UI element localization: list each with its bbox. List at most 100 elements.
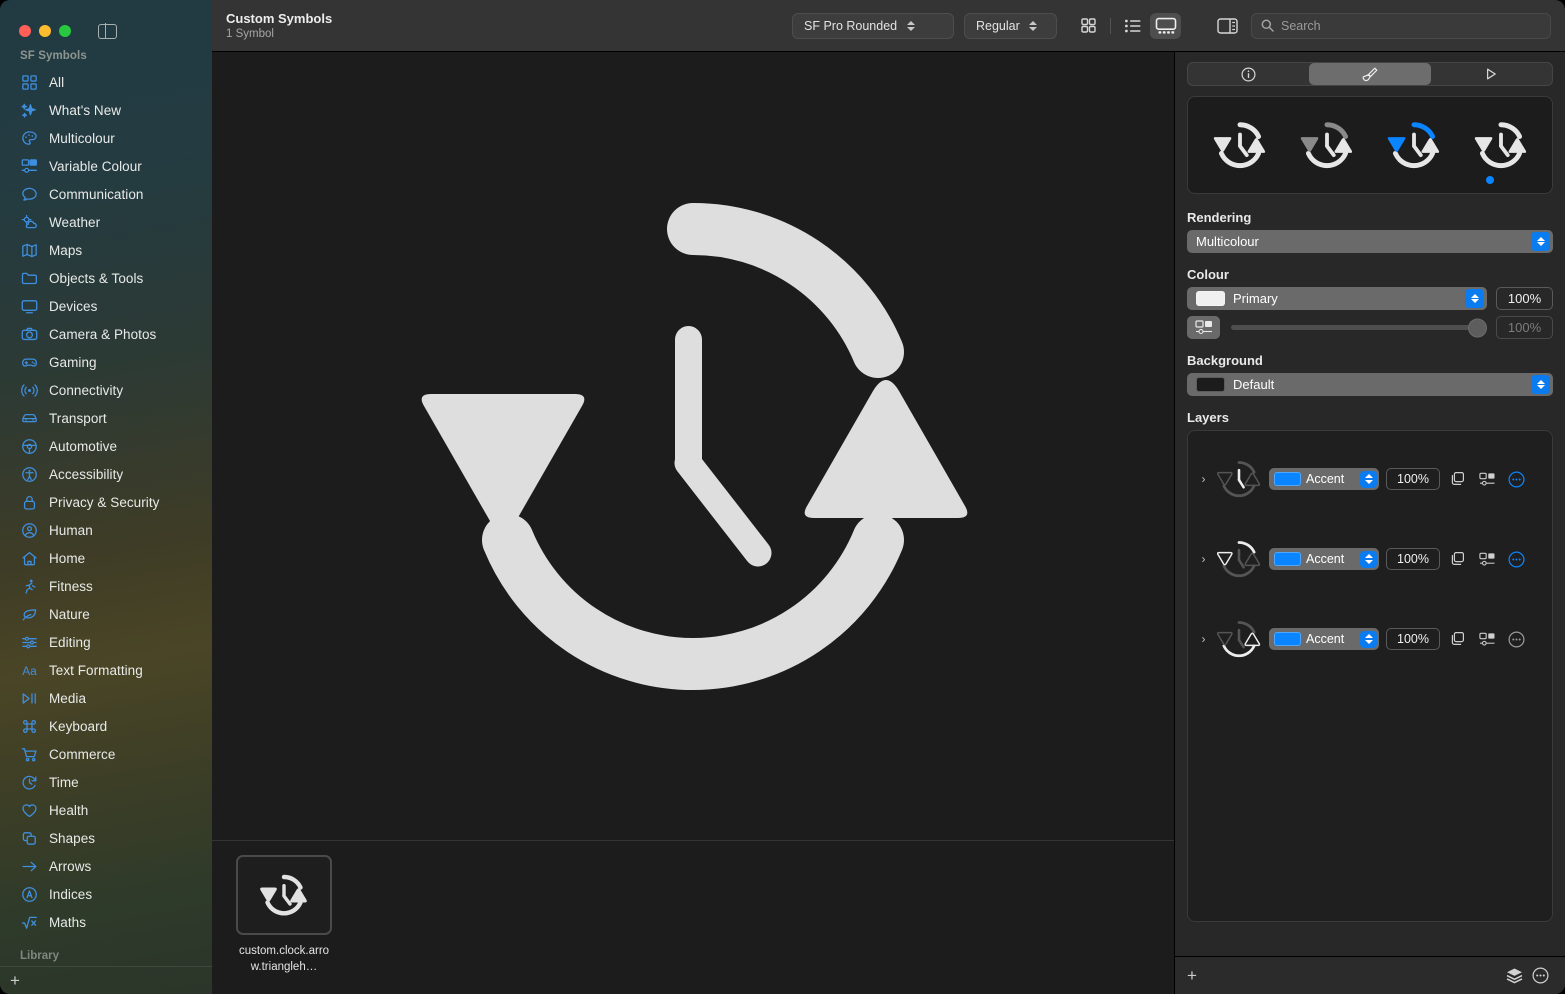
sidebar-item-multicolour[interactable]: Multicolour [8,124,204,152]
sidebar-item-all[interactable]: All [8,68,204,96]
sidebar-item-arrows[interactable]: Arrows [8,852,204,880]
variable-colour-button[interactable] [1187,316,1220,339]
grid-view-button[interactable] [1073,13,1104,39]
layers-stack-button[interactable] [1501,963,1527,989]
search-input[interactable]: Search [1251,12,1551,39]
layer-duplicate-button[interactable] [1447,548,1469,570]
sidebar-item-human[interactable]: Human [8,516,204,544]
gallery-view-button[interactable] [1150,12,1181,39]
chevron-right-icon[interactable]: › [1198,552,1209,566]
inspector-more-button[interactable] [1527,963,1553,989]
add-layer-button[interactable]: + [1187,967,1197,984]
sidebar-item-objects-tools[interactable]: Objects & Tools [8,264,204,292]
multicolour-variant[interactable] [1470,114,1532,176]
minimize-button[interactable] [39,25,51,37]
cart-icon [20,745,39,764]
sidebar-item-text-formatting[interactable]: Aa Text Formatting [8,656,204,684]
sidebar-item-gaming[interactable]: Gaming [8,348,204,376]
sidebar-item-label: Shapes [49,830,96,846]
sidebar-item-what-s-new[interactable]: What's New [8,96,204,124]
layer-variable-button[interactable] [1476,548,1498,570]
layer-variable-button[interactable] [1476,468,1498,490]
sidebar-item-devices[interactable]: Devices [8,292,204,320]
sidebar-item-connectivity[interactable]: Connectivity [8,376,204,404]
sidebar-item-privacy-security[interactable]: Privacy & Security [8,488,204,516]
rendering-popup[interactable]: Multicolour [1187,230,1553,253]
main-column: Custom Symbols 1 Symbol SF Pro Rounded R… [212,0,1565,994]
monochrome-variant[interactable] [1209,114,1271,176]
sidebar-item-home[interactable]: Home [8,544,204,572]
sidebar-item-nature[interactable]: Nature [8,600,204,628]
sidebar-item-label: Indices [49,886,93,902]
sidebar-item-indices[interactable]: Indices [8,880,204,908]
inspector-toggle-button[interactable] [1213,13,1241,39]
symbol-thumbnail[interactable] [236,855,332,935]
hierarchical-variant[interactable] [1296,114,1358,176]
layer-opacity-field[interactable]: 100% [1386,628,1440,650]
sidebar-item-weather[interactable]: Weather [8,208,204,236]
sidebar-right-icon [1216,17,1238,34]
list-view-button[interactable] [1117,13,1148,39]
slider-knob[interactable] [1468,318,1487,337]
sidebar-item-media[interactable]: Media [8,684,204,712]
layer-more-button[interactable] [1505,628,1527,650]
symbol-count: 1 Symbol [226,27,274,40]
background-popup[interactable]: Default [1187,373,1553,396]
sidebar-item-automotive[interactable]: Automotive [8,432,204,460]
sidebar-item-accessibility[interactable]: Accessibility [8,460,204,488]
layer-more-button[interactable] [1505,548,1527,570]
sidebar-item-label: Home [49,550,86,566]
info-tab[interactable] [1188,63,1309,85]
zoom-button[interactable] [59,25,71,37]
colour-opacity-field[interactable]: 100% [1496,287,1553,310]
variable-colour-slider[interactable] [1231,318,1487,337]
chevron-updown-icon [905,18,916,34]
layer-more-button[interactable] [1505,468,1527,490]
layer-duplicate-button[interactable] [1447,468,1469,490]
sidebar-item-camera-photos[interactable]: Camera & Photos [8,320,204,348]
variable-opacity-field[interactable]: 100% [1496,316,1553,339]
sidebar-item-commerce[interactable]: Commerce [8,740,204,768]
sidebar-item-editing[interactable]: Editing [8,628,204,656]
layer-variable-button[interactable] [1476,628,1498,650]
sidebar: SF Symbols All What's New Multicolour Varia… [0,0,212,994]
font-popup[interactable]: SF Pro Rounded [792,12,954,39]
animation-tab[interactable] [1431,63,1552,85]
folder-icon [20,269,39,288]
multicolour-variant-icon [1474,122,1526,168]
layer-row-left-arrow[interactable]: › Accent 100% [1188,519,1552,599]
sidebar-item-communication[interactable]: Communication [8,180,204,208]
sidebar-left-icon[interactable] [98,23,117,39]
background-popup-value: Default [1233,377,1275,392]
sidebar-item-label: Connectivity [49,382,124,398]
sidebar-item-fitness[interactable]: Fitness [8,572,204,600]
sidebar-item-time[interactable]: Time [8,768,204,796]
layer-colour-label: Accent [1306,552,1345,566]
sidebar-item-maths[interactable]: Maths [8,908,204,936]
sidebar-library-title: Library [20,950,59,962]
chevron-right-icon[interactable]: › [1198,472,1209,486]
close-button[interactable] [19,25,31,37]
layer-colour-popup[interactable]: Accent [1269,548,1379,570]
rendering-label: Rendering [1187,210,1252,225]
chevron-right-icon[interactable]: › [1198,632,1209,646]
sidebar-item-maps[interactable]: Maps [8,236,204,264]
layer-row-right-arrow[interactable]: › Accent 100% [1188,599,1552,679]
sidebar-item-keyboard[interactable]: Keyboard [8,712,204,740]
palette-variant[interactable] [1383,114,1445,176]
sidebar-item-transport[interactable]: Transport [8,404,204,432]
layer-opacity-field[interactable]: 100% [1386,468,1440,490]
symbol-card[interactable]: custom.clock.arrow.triangleh… [236,855,332,975]
layer-opacity-field[interactable]: 100% [1386,548,1440,570]
sidebar-item-shapes[interactable]: Shapes [8,824,204,852]
rendering-tab[interactable] [1309,63,1431,85]
layer-duplicate-button[interactable] [1447,628,1469,650]
layer-colour-popup[interactable]: Accent [1269,628,1379,650]
add-library-button[interactable]: + [10,972,20,989]
layer-colour-popup[interactable]: Accent [1269,468,1379,490]
sidebar-item-health[interactable]: Health [8,796,204,824]
colour-popup[interactable]: Primary [1187,287,1487,310]
weight-popup[interactable]: Regular [964,12,1057,39]
sidebar-item-variable-colour[interactable]: Variable Colour [8,152,204,180]
layer-row-hands[interactable]: › Accent 100% [1188,439,1552,519]
